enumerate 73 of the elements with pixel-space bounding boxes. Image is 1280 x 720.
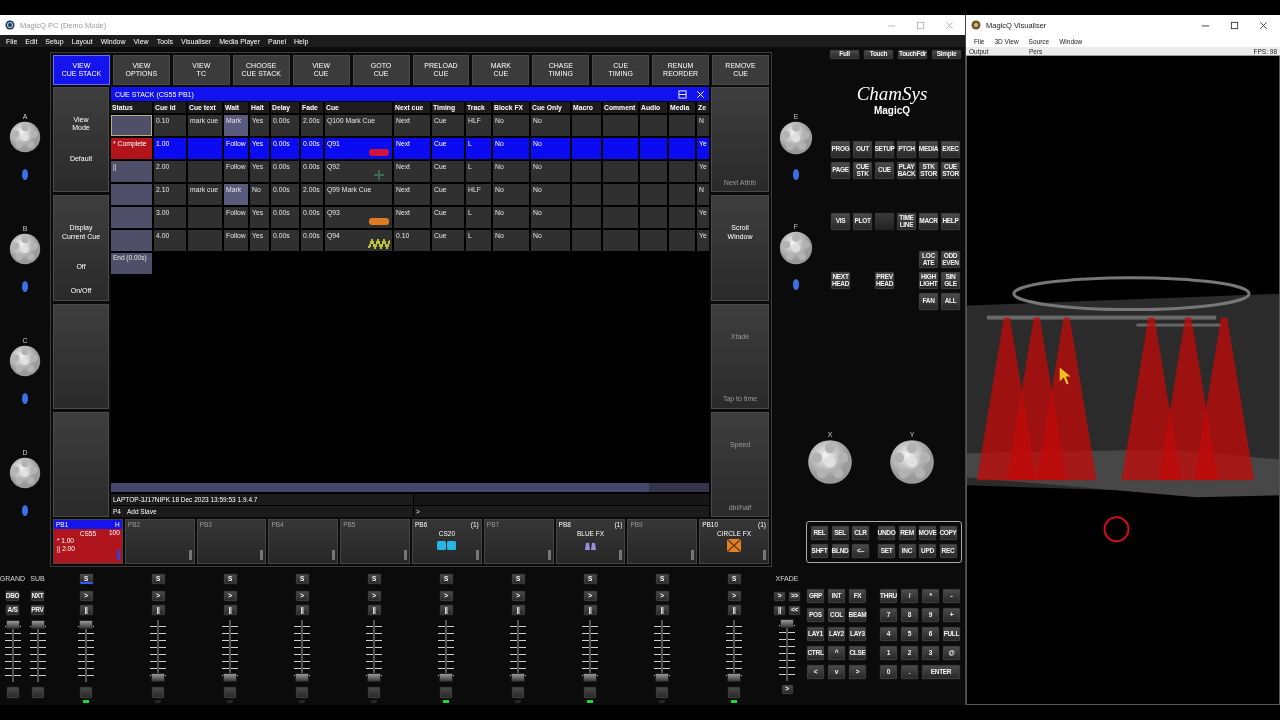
table-cell [188, 161, 222, 182]
table-cell [640, 115, 667, 136]
encoder-knob[interactable] [9, 121, 41, 153]
fader-thumb[interactable] [5, 620, 20, 629]
level-bar [547, 550, 551, 560]
fader-thumb[interactable] [295, 673, 309, 682]
level-bar [332, 550, 336, 560]
encoder-knob[interactable] [9, 345, 41, 377]
fader-thumb[interactable] [780, 619, 794, 628]
fader-thumb[interactable] [223, 673, 237, 682]
maximize-icon[interactable] [1230, 20, 1239, 30]
table-cell [640, 138, 667, 159]
table-cell [640, 184, 667, 205]
table-cell [188, 138, 222, 159]
table-cell [603, 138, 638, 159]
logo-wordmark: MagicQ [873, 105, 911, 117]
table-cell [572, 138, 601, 159]
level-bar [404, 550, 407, 560]
fader-thumb[interactable] [439, 673, 453, 682]
level-bar [619, 550, 623, 560]
fader-thumb[interactable] [79, 620, 93, 629]
level-bar [260, 550, 264, 560]
level-bar [116, 550, 120, 560]
encoder-knob[interactable] [779, 231, 813, 265]
encoder-knob[interactable] [9, 233, 41, 265]
level-bar [188, 550, 192, 560]
encoder-knob[interactable] [889, 439, 935, 485]
led-indicator [22, 281, 28, 292]
table-cell [572, 184, 601, 205]
led-indicator [22, 505, 28, 516]
table-cell [640, 161, 667, 182]
level-bar [475, 550, 479, 560]
table-cell [603, 115, 638, 136]
level-bar [763, 550, 766, 560]
table-cell [603, 230, 638, 251]
table-cell [669, 161, 695, 182]
encoder-knob[interactable] [779, 121, 813, 155]
table-cell [572, 161, 601, 182]
fader-thumb[interactable] [583, 673, 597, 682]
fader-thumb[interactable] [727, 673, 741, 682]
encoder-knob[interactable] [9, 457, 41, 489]
table-cell [603, 207, 638, 228]
fader-thumb[interactable] [367, 673, 381, 682]
led-indicator [22, 169, 28, 180]
close-icon[interactable] [1259, 20, 1268, 30]
table-cell [572, 230, 601, 251]
table-cell [669, 138, 695, 159]
table-cell [572, 207, 601, 228]
table-cell [669, 184, 695, 205]
table-cell [669, 207, 695, 228]
table-cell [603, 184, 638, 205]
blank-key [874, 212, 895, 231]
table-cell [669, 230, 695, 251]
table-cell [188, 207, 222, 228]
fader-thumb[interactable] [151, 673, 165, 682]
table-cell [603, 161, 638, 182]
table-cell [640, 230, 667, 251]
table-cell [188, 230, 222, 251]
level-bar [691, 550, 695, 560]
app-icon [971, 20, 981, 30]
logo-script: ChamSys [856, 83, 928, 105]
restore-icon[interactable] [678, 89, 687, 99]
encoder-knob[interactable] [807, 439, 853, 485]
table-cell [572, 115, 601, 136]
led-indicator [22, 393, 28, 404]
fader-thumb[interactable] [655, 673, 669, 682]
fader-thumb[interactable] [30, 620, 45, 629]
table-cell [669, 115, 695, 136]
led-indicator [793, 169, 799, 180]
table-cell [640, 207, 667, 228]
app-icon [5, 20, 15, 30]
fader-thumb[interactable] [511, 673, 525, 682]
led-indicator [793, 279, 799, 290]
